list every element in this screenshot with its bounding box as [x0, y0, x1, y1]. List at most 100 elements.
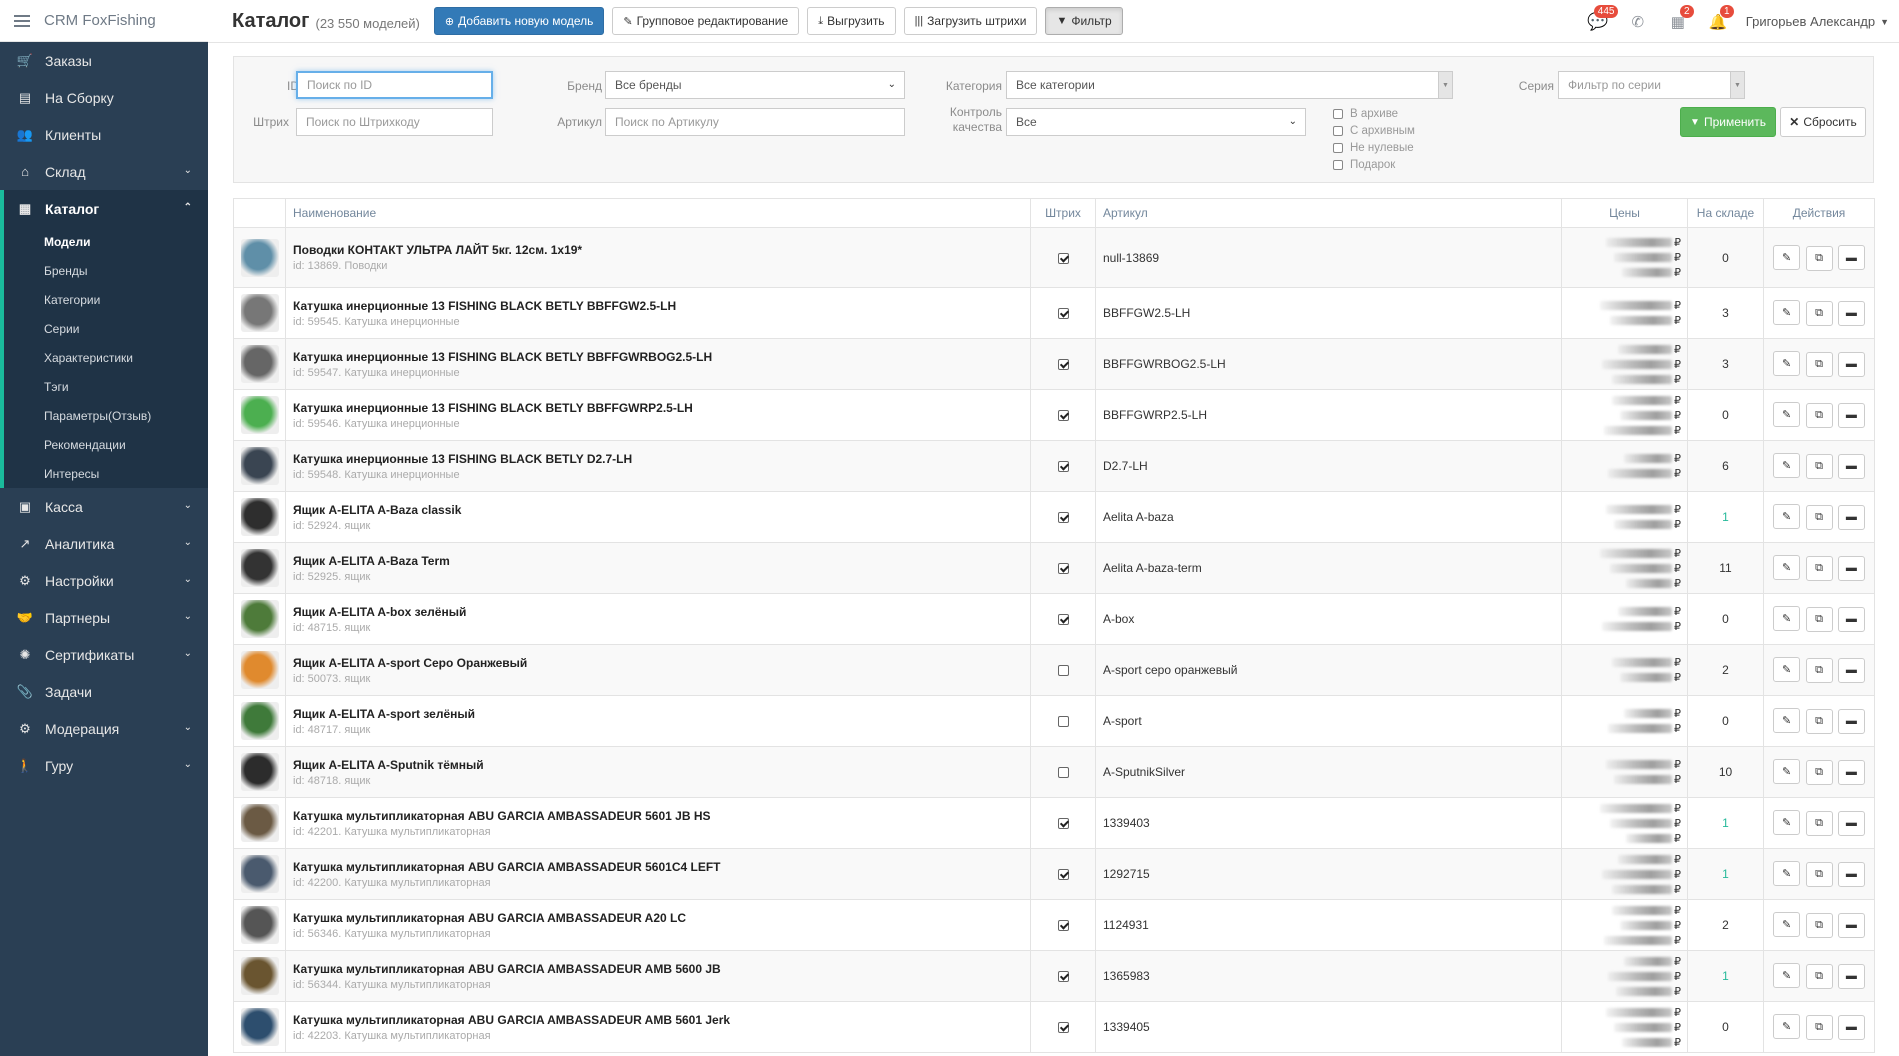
group-edit-button[interactable]: ✎ Групповое редактирование	[612, 7, 800, 35]
checkbox-box[interactable]	[1333, 126, 1343, 136]
product-name[interactable]: Катушка мультипликаторная ABU GARCIA AMB…	[293, 809, 1023, 823]
copy-button[interactable]: ⧉	[1805, 301, 1833, 326]
non-zero-checkbox[interactable]: Не нулевые	[1333, 142, 1414, 154]
table-row[interactable]: Ящик A-ELITA A-sport зелёный id: 48717. …	[233, 695, 1875, 747]
copy-button[interactable]: ⧉	[1805, 352, 1833, 377]
archive-button[interactable]: ▬	[1837, 861, 1865, 887]
subnav-item[interactable]: Бренды	[4, 256, 208, 285]
table-row[interactable]: Ящик A-ELITA A-Baza Term id: 52925. ящик…	[233, 542, 1875, 594]
edit-button[interactable]: ✎	[1773, 708, 1801, 733]
product-name[interactable]: Катушка инерционные 13 FISHING BLACK BET…	[293, 299, 1023, 313]
copy-button[interactable]: ⧉	[1805, 505, 1833, 530]
quality-select[interactable]: Все ⌄	[1006, 108, 1306, 136]
product-thumbnail[interactable]	[240, 1008, 279, 1046]
product-thumbnail[interactable]	[240, 396, 279, 434]
product-thumbnail[interactable]	[240, 498, 279, 536]
user-menu[interactable]: Григорьев Александр ▼	[1738, 14, 1899, 29]
sidebar-item-items-2[interactable]: 👥 Клиенты	[0, 116, 208, 153]
apply-button[interactable]: ▼ Применить	[1680, 107, 1776, 137]
archive-button[interactable]: ▬	[1837, 759, 1865, 785]
edit-button[interactable]: ✎	[1773, 861, 1801, 886]
brand-select[interactable]: Все бренды ⌄	[605, 71, 905, 99]
product-name[interactable]: Ящик A-ELITA A-sport Серо Оранжевый	[293, 656, 1023, 670]
copy-button[interactable]: ⧉	[1805, 709, 1833, 734]
copy-button[interactable]: ⧉	[1805, 454, 1833, 479]
sidebar-item-items_after-0[interactable]: ▣ Касса ⌄	[0, 488, 208, 525]
export-button[interactable]: ⤓ Выгрузить	[807, 7, 896, 35]
edit-button[interactable]: ✎	[1773, 810, 1801, 835]
edit-button[interactable]: ✎	[1773, 759, 1801, 784]
upload-barcodes-button[interactable]: ||| Загрузить штрихи	[903, 7, 1038, 35]
product-name[interactable]: Катушка инерционные 13 FISHING BLACK BET…	[293, 401, 1023, 415]
sidebar-item-items_after-3[interactable]: 🤝 Партнеры ⌄	[0, 599, 208, 636]
table-row[interactable]: Ящик A-ELITA A-box зелёный id: 48715. ящ…	[233, 593, 1875, 645]
copy-button[interactable]: ⧉	[1805, 658, 1833, 683]
product-name[interactable]: Катушка мультипликаторная ABU GARCIA AMB…	[293, 1013, 1023, 1027]
with-archived-checkbox[interactable]: С архивным	[1333, 125, 1415, 137]
sidebar-item-items_after-7[interactable]: 🚶 Гуру ⌄	[0, 747, 208, 784]
subnav-item[interactable]: Категории	[4, 285, 208, 314]
table-row[interactable]: Катушка инерционные 13 FISHING BLACK BET…	[233, 287, 1875, 339]
table-row[interactable]: Катушка мультипликаторная ABU GARCIA AMB…	[233, 797, 1875, 849]
sidebar-item-items_after-5[interactable]: 📎 Задачи	[0, 673, 208, 710]
table-row[interactable]: Катушка мультипликаторная ABU GARCIA AMB…	[233, 1001, 1875, 1053]
product-thumbnail[interactable]	[240, 702, 279, 740]
product-name[interactable]: Ящик A-ELITA A-Baza Term	[293, 554, 1023, 568]
product-thumbnail[interactable]	[240, 651, 279, 689]
series-select[interactable]: Фильтр по серии ▼	[1558, 71, 1745, 99]
product-name[interactable]: Ящик A-ELITA A-Sputnik тёмный	[293, 758, 1023, 772]
copy-button[interactable]: ⧉	[1805, 556, 1833, 581]
sidebar-item-items_after-6[interactable]: ⚙ Модерация ⌄	[0, 710, 208, 747]
column-header-prices[interactable]: Цены	[1561, 198, 1688, 228]
table-row[interactable]: Ящик A-ELITA A-Sputnik тёмный id: 48718.…	[233, 746, 1875, 798]
table-row[interactable]: Катушка инерционные 13 FISHING BLACK BET…	[233, 440, 1875, 492]
copy-button[interactable]: ⧉	[1805, 811, 1833, 836]
archive-button[interactable]: ▬	[1837, 606, 1865, 632]
table-row[interactable]: Катушка инерционные 13 FISHING BLACK BET…	[233, 389, 1875, 441]
table-row[interactable]: Ящик A-ELITA A-Baza classik id: 52924. я…	[233, 491, 1875, 543]
product-thumbnail[interactable]	[240, 549, 279, 587]
subnav-item[interactable]: Серии	[4, 314, 208, 343]
filter-button[interactable]: ▼ Фильтр	[1045, 7, 1123, 35]
product-thumbnail[interactable]	[240, 600, 279, 638]
archive-button[interactable]: ▬	[1837, 1014, 1865, 1040]
phone-button[interactable]: ✆	[1618, 0, 1658, 43]
checkbox-box[interactable]	[1333, 109, 1343, 119]
copy-button[interactable]: ⧉	[1805, 913, 1833, 938]
table-row[interactable]: Катушка мультипликаторная ABU GARCIA AMB…	[233, 899, 1875, 951]
archive-button[interactable]: ▬	[1837, 300, 1865, 326]
menu-toggle-icon[interactable]	[14, 14, 30, 27]
column-header-barcode[interactable]: Штрих	[1030, 198, 1096, 228]
edit-button[interactable]: ✎	[1773, 1014, 1801, 1039]
sidebar-item-items_after-2[interactable]: ⚙ Настройки ⌄	[0, 562, 208, 599]
table-row[interactable]: Катушка инерционные 13 FISHING BLACK BET…	[233, 338, 1875, 390]
subnav-item[interactable]: Тэги	[4, 372, 208, 401]
notifications-button[interactable]: 🔔 1	[1698, 0, 1738, 43]
sidebar-item-items-0[interactable]: 🛒 Заказы	[0, 42, 208, 79]
edit-button[interactable]: ✎	[1773, 657, 1801, 682]
messages-button[interactable]: 💬 445	[1578, 0, 1619, 43]
table-row[interactable]: Катушка мультипликаторная ABU GARCIA AMB…	[233, 848, 1875, 900]
column-header-article[interactable]: Артикул	[1095, 198, 1562, 228]
brand[interactable]: CRM FoxFishing	[0, 0, 208, 42]
product-name[interactable]: Катушка инерционные 13 FISHING BLACK BET…	[293, 350, 1023, 364]
edit-button[interactable]: ✎	[1773, 963, 1801, 988]
product-thumbnail[interactable]	[240, 345, 279, 383]
column-header-name[interactable]: Наименование	[285, 198, 1031, 228]
archive-button[interactable]: ▬	[1837, 245, 1865, 270]
table-row[interactable]: Катушка мультипликаторная ABU GARCIA AMB…	[233, 950, 1875, 1002]
article-search-input[interactable]: Поиск по Артикулу	[605, 108, 905, 136]
archive-button[interactable]: ▬	[1837, 402, 1865, 428]
product-thumbnail[interactable]	[240, 238, 279, 277]
sidebar-item-items_after-4[interactable]: ✺ Сертификаты ⌄	[0, 636, 208, 673]
copy-button[interactable]: ⧉	[1805, 964, 1833, 989]
subnav-item[interactable]: Характеристики	[4, 343, 208, 372]
gift-checkbox[interactable]: Подарок	[1333, 159, 1395, 171]
product-thumbnail[interactable]	[240, 447, 279, 485]
product-name[interactable]: Катушка инерционные 13 FISHING BLACK BET…	[293, 452, 1023, 466]
table-row[interactable]: Ящик A-ELITA A-sport Серо Оранжевый id: …	[233, 644, 1875, 696]
edit-button[interactable]: ✎	[1773, 912, 1801, 937]
category-select[interactable]: Все категории ▼	[1006, 71, 1453, 99]
archive-button[interactable]: ▬	[1837, 657, 1865, 683]
edit-button[interactable]: ✎	[1773, 300, 1801, 325]
